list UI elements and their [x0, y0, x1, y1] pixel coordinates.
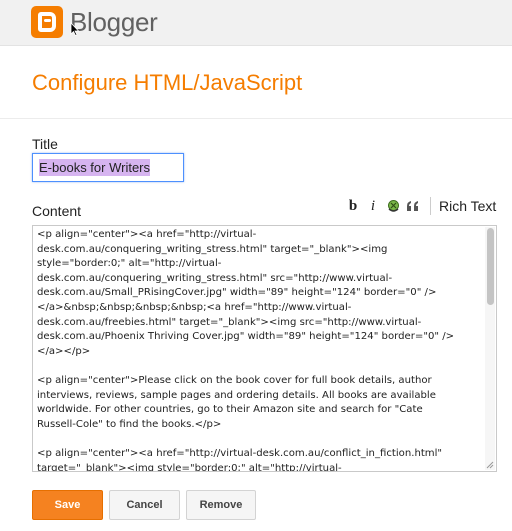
- page-title: Configure HTML/JavaScript: [32, 70, 303, 95]
- code-line: worldwide. For other countries, go to th…: [37, 404, 423, 416]
- code-line: </a></p>: [37, 345, 91, 357]
- code-line: desk.com.au/Phoenix Thriving Cover.jpg" …: [37, 331, 455, 343]
- code-line: desk.com.au/conquering_writing_stress.ht…: [37, 272, 393, 284]
- code-line: <p align="center">Please click on the bo…: [37, 374, 432, 386]
- code-line: desk.com.au/freebies.html" target="_blan…: [37, 316, 422, 328]
- code-line: </a>&nbsp;&nbsp;&nbsp;&nbsp;<a href="htt…: [37, 301, 352, 313]
- code-line: <p align="center"><a href="http://virtua…: [37, 447, 443, 459]
- title-input[interactable]: E-books for Writers: [32, 153, 184, 182]
- remove-button[interactable]: Remove: [186, 490, 256, 520]
- cancel-button[interactable]: Cancel: [109, 490, 180, 520]
- code-line: <p align="center"><a href="http://virtua…: [37, 229, 257, 240]
- app-header: Blogger: [0, 0, 512, 46]
- code-line: desk.com.au/Small_PRisingCover.jpg" widt…: [37, 287, 437, 299]
- content-label: Content: [32, 203, 82, 219]
- divider: [0, 118, 512, 119]
- link-icon: [387, 199, 399, 212]
- bold-button[interactable]: b: [344, 197, 362, 215]
- quote-button[interactable]: [404, 197, 422, 215]
- content-code: <p align="center"><a href="http://virtua…: [37, 228, 483, 472]
- rich-text-toggle[interactable]: Rich Text: [439, 198, 496, 214]
- code-line: style="border:0;" alt="http://virtual-: [37, 258, 222, 270]
- code-line: target="_blank"><img style="border:0;" a…: [37, 462, 342, 472]
- title-input-value: E-books for Writers: [39, 159, 151, 176]
- save-button[interactable]: Save: [32, 490, 103, 520]
- content-textarea[interactable]: <p align="center"><a href="http://virtua…: [32, 225, 497, 472]
- code-line: interviews, reviews, sample pages and or…: [37, 389, 436, 401]
- resize-grip-icon[interactable]: [486, 461, 494, 469]
- title-label: Title: [32, 136, 58, 152]
- italic-button[interactable]: i: [364, 197, 382, 215]
- editor-toolbar: b i Rich Text: [344, 196, 496, 216]
- quote-icon: [407, 201, 418, 211]
- brand-name[interactable]: Blogger: [70, 7, 158, 38]
- code-line: Russell-Cole" to find the books.</p>: [37, 418, 222, 430]
- insert-link-button[interactable]: [384, 197, 402, 215]
- code-line: desk.com.au/conquering_writing_stress.ht…: [37, 243, 388, 255]
- mouse-cursor-icon: [70, 22, 80, 36]
- scrollbar-thumb[interactable]: [487, 228, 494, 305]
- toolbar-divider: [430, 197, 431, 215]
- vertical-scrollbar[interactable]: [485, 227, 495, 470]
- blogger-logo-icon[interactable]: [31, 6, 63, 38]
